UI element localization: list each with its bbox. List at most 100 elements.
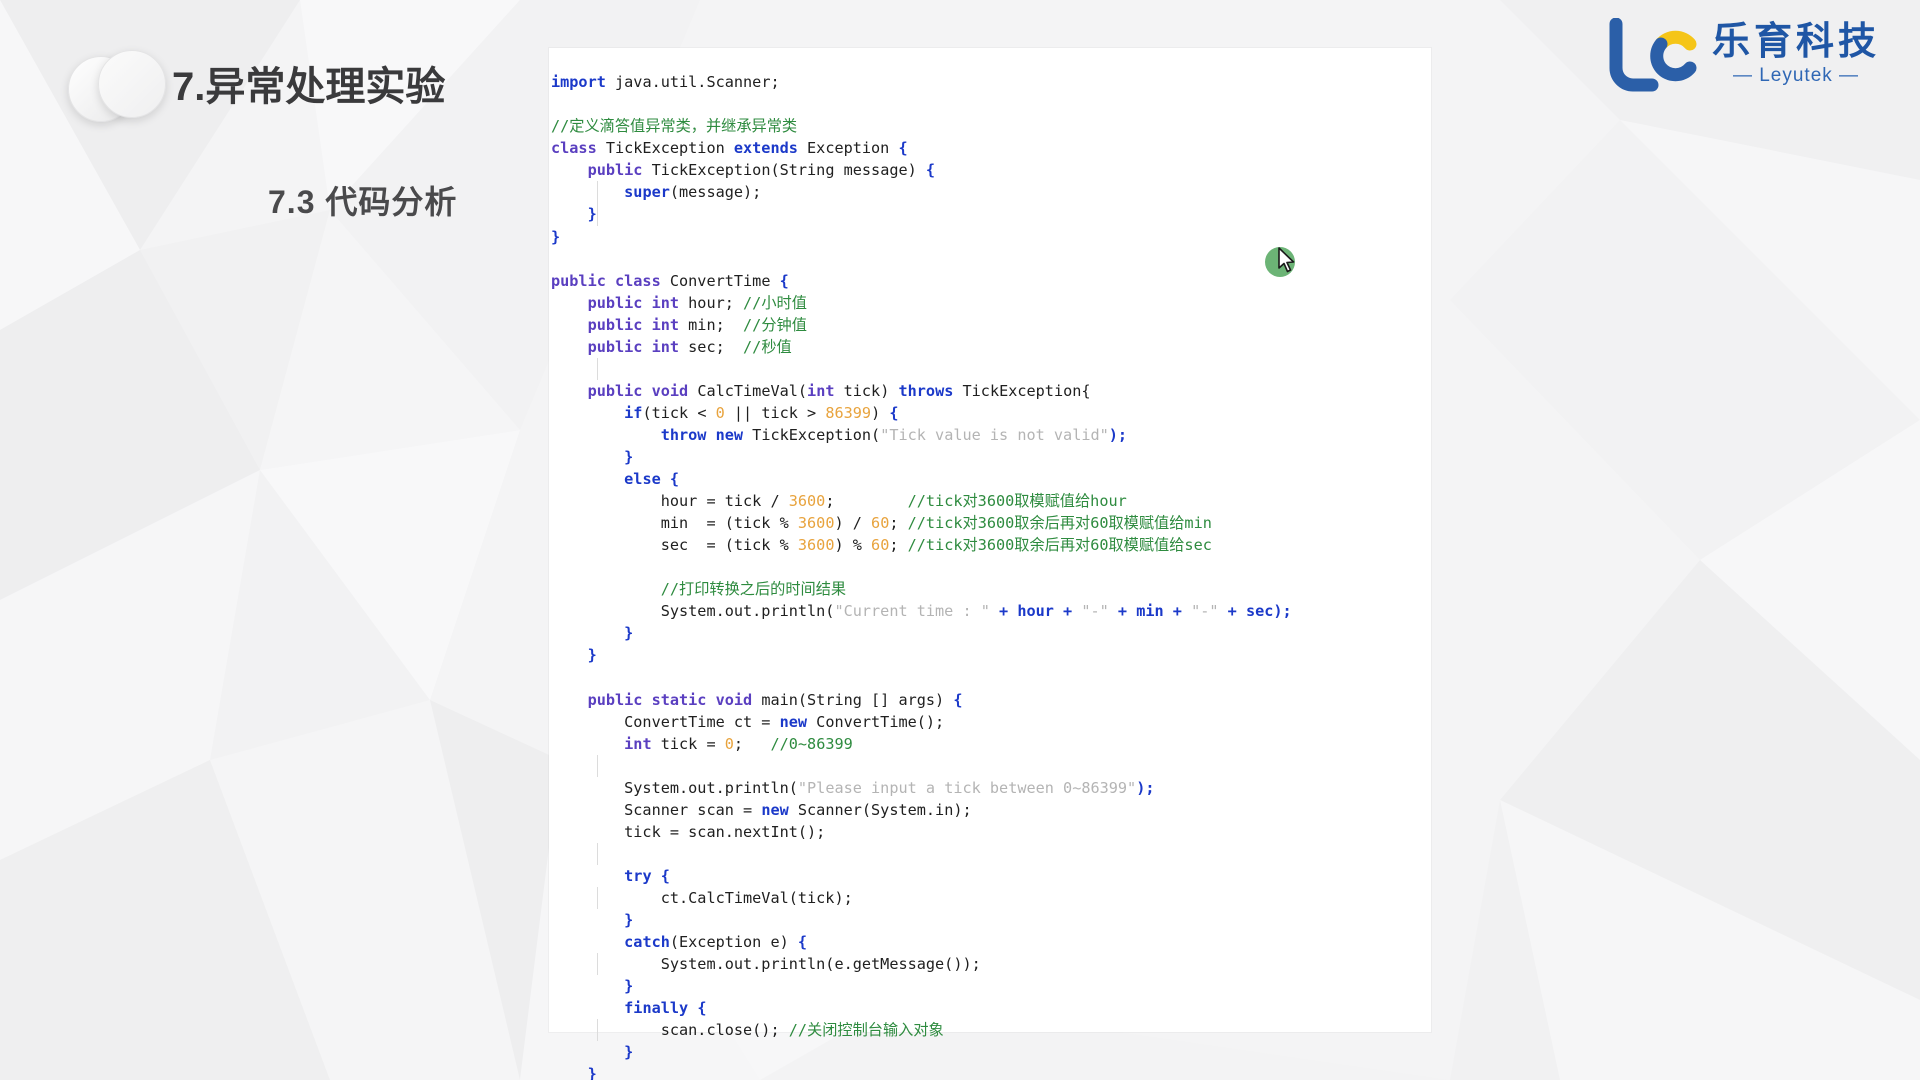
indent-guide	[597, 754, 598, 777]
code-line: super(message);	[549, 181, 1431, 204]
code-token: "Current time : "	[834, 602, 990, 621]
code-token: int	[807, 381, 835, 400]
code-token: //秒值	[743, 337, 792, 356]
code-token: (message);	[669, 183, 762, 202]
code-block: import java.util.Scanner; //定义滴答值异常类，并继承…	[549, 63, 1431, 1080]
code-token: public int	[587, 337, 680, 356]
code-token: //tick对3600取模赋值给hour	[907, 492, 1127, 511]
code-line: public TickException(String message) {	[549, 159, 1431, 181]
code-line: public int min; //分钟值	[549, 314, 1431, 336]
code-token: }	[624, 1043, 634, 1062]
code-line	[549, 357, 1431, 380]
code-line: if(tick < 0 || tick > 86399) {	[549, 402, 1431, 424]
code-token: + min +	[1108, 602, 1192, 621]
page-subtitle: 7.3 代码分析	[268, 184, 458, 220]
decorative-circles	[68, 48, 178, 130]
code-token: || tick >	[724, 403, 826, 422]
code-token: throw new	[660, 425, 744, 444]
code-line: else {	[549, 468, 1431, 490]
code-token: //打印转换之后的时间结果	[660, 580, 847, 599]
brand-logo: 乐育科技 — Leyutek —	[1606, 18, 1880, 92]
code-line: public int sec; //秒值	[549, 336, 1431, 358]
code-token: "-"	[1081, 602, 1109, 621]
code-token: (tick <	[642, 403, 716, 422]
code-token: );	[1136, 778, 1155, 797]
code-token: //0~86399	[770, 734, 853, 753]
code-token: //定义滴答值异常类，并继承异常类	[551, 117, 798, 136]
code-token: throws	[898, 381, 954, 400]
indent-guide	[597, 181, 598, 204]
code-token: sec;	[679, 337, 744, 356]
code-token: public class	[551, 271, 661, 290]
code-line: class TickException extends Exception {	[549, 137, 1431, 159]
code-token: {	[797, 933, 808, 952]
code-token: TickException(String message)	[642, 161, 926, 180]
page-title: 7.异常处理实验	[172, 65, 446, 109]
code-line: }	[549, 203, 1431, 226]
code-token: catch	[624, 933, 670, 952]
code-token: public void	[587, 381, 689, 400]
code-token: int	[624, 734, 652, 753]
code-token: extends	[733, 139, 798, 158]
code-token: 0	[715, 403, 725, 422]
code-token: 60	[871, 536, 890, 555]
code-token: Scanner(System.in);	[788, 800, 972, 819]
title-panel: 7.异常处理实验 7.3 代码分析	[0, 0, 540, 1080]
code-token: ) %	[834, 536, 872, 555]
code-line: ct.CalcTimeVal(tick);	[549, 886, 1431, 909]
code-line: public static void main(String [] args) …	[549, 689, 1431, 711]
code-token: ;	[889, 514, 908, 533]
mouse-cursor-icon	[1278, 247, 1295, 273]
code-token: }	[624, 447, 634, 466]
code-token: 60	[871, 514, 890, 533]
code-token: class	[551, 139, 597, 158]
logo-cn-text: 乐育科技	[1711, 21, 1880, 64]
code-line	[549, 842, 1431, 865]
code-token: super	[624, 183, 670, 202]
code-token: public static void	[587, 690, 753, 709]
code-token: Scanner scan =	[551, 800, 762, 819]
code-line: finally {	[549, 997, 1431, 1019]
code-line: Scanner scan = new Scanner(System.in);	[549, 799, 1431, 821]
code-token: main(String [] args)	[752, 690, 954, 709]
code-token: new	[779, 712, 808, 731]
code-token: System.out.println(	[551, 602, 835, 621]
code-token: tick = scan.nextInt();	[551, 822, 826, 841]
code-token: }	[587, 1065, 597, 1080]
code-line: import java.util.Scanner;	[549, 71, 1431, 93]
code-line: int tick = 0; //0~86399	[549, 733, 1431, 755]
code-token: System.out.println(e.getMessage());	[551, 955, 981, 974]
code-token: ConvertTime ct =	[551, 712, 780, 731]
code-token: ;	[889, 536, 908, 555]
code-token: //tick对3600取余后再对60取模赋值给sec	[907, 536, 1212, 555]
leyutek-logo-icon	[1609, 18, 1697, 92]
code-token: }	[587, 205, 597, 224]
code-token: CalcTimeVal(	[688, 381, 808, 400]
code-line: System.out.println("Current time : " + h…	[549, 600, 1431, 622]
code-token: //关闭控制台输入对象	[788, 1021, 944, 1040]
code-token: new	[761, 800, 789, 819]
code-token: {	[697, 999, 707, 1018]
indent-guide	[597, 842, 598, 865]
code-line: }	[549, 909, 1431, 931]
code-token: {	[889, 403, 899, 422]
code-token: "Tick value is not valid"	[880, 425, 1109, 444]
code-token: tick)	[834, 381, 899, 400]
code-token: {	[779, 271, 789, 290]
code-token: min = (tick %	[551, 514, 798, 533]
code-line: //定义滴答值异常类，并继承异常类	[549, 115, 1431, 137]
code-panel: import java.util.Scanner; //定义滴答值异常类，并继承…	[549, 48, 1431, 1080]
